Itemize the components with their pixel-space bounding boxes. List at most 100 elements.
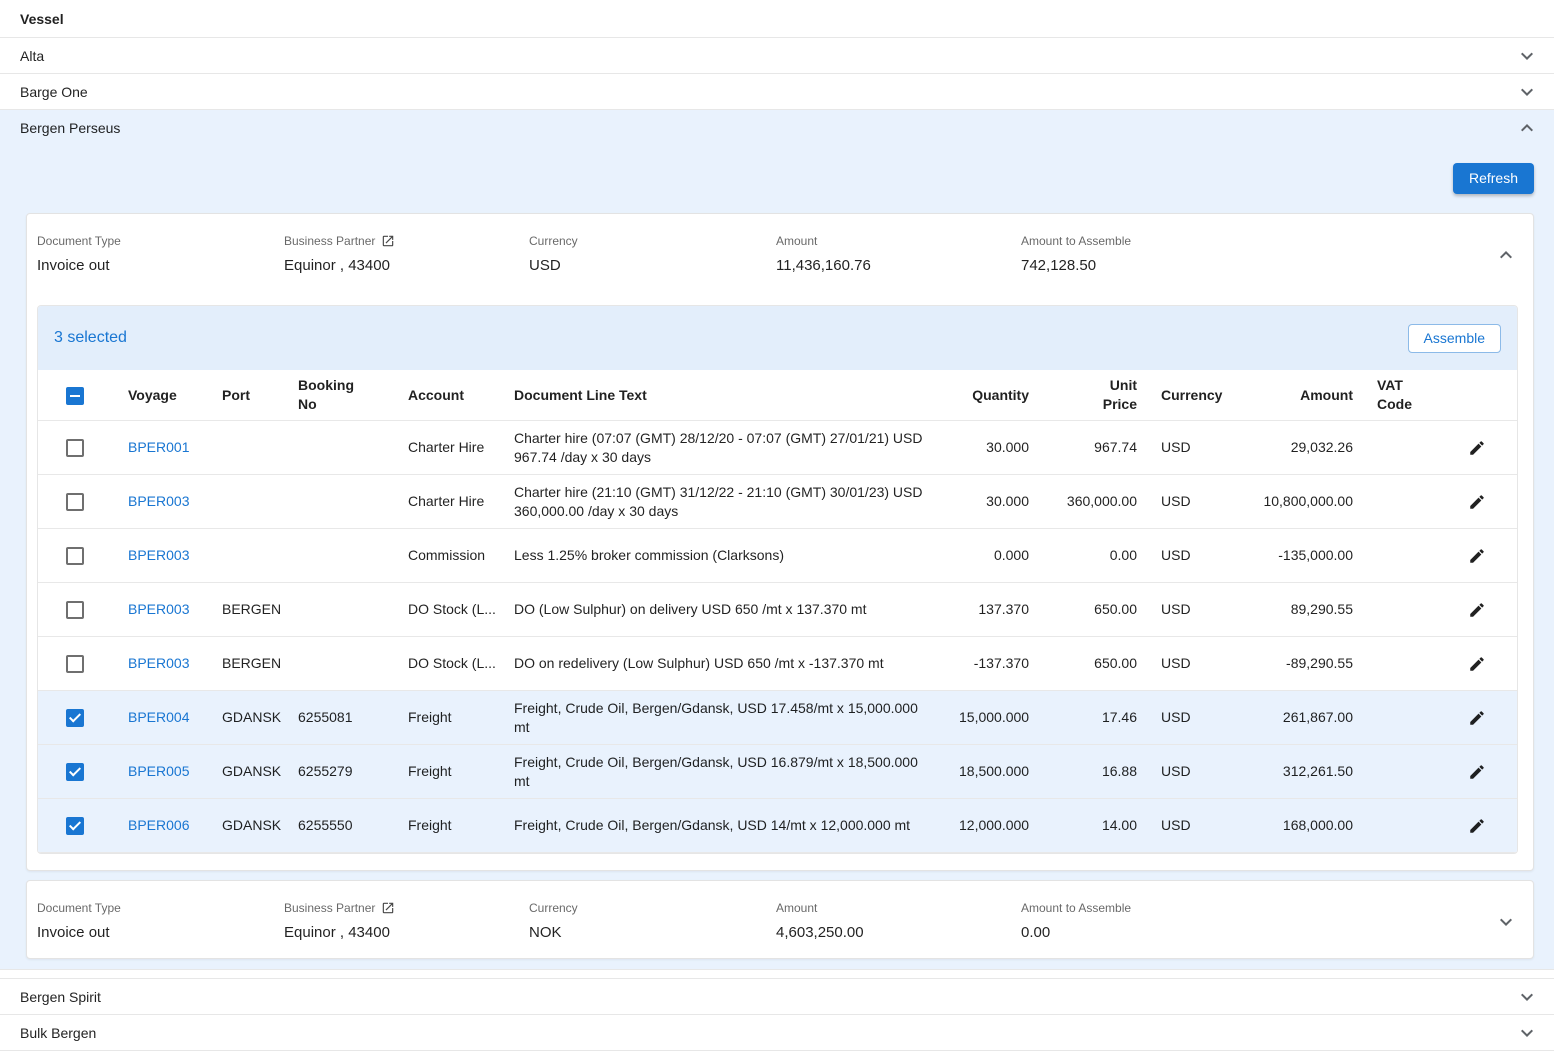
accordion-bergen-perseus: Bergen Perseus Refresh Document Type Inv…: [0, 110, 1554, 970]
edit-line-button[interactable]: [1468, 655, 1486, 673]
cell-document-line-text: Freight, Crude Oil, Bergen/Gdansk, USD 1…: [502, 691, 947, 745]
cell-voyage: BPER006: [116, 799, 210, 853]
voyage-link[interactable]: BPER004: [128, 709, 189, 725]
cell-account: Charter Hire: [396, 421, 502, 475]
cell-account: Freight: [396, 691, 502, 745]
cell-account: DO Stock (L...: [396, 637, 502, 691]
cell-currency: USD: [1149, 583, 1235, 637]
chevron-up-icon: [1514, 115, 1540, 141]
field-amount: Amount 4,603,250.00: [776, 901, 1021, 942]
voyage-link[interactable]: BPER005: [128, 763, 189, 779]
cell-voyage: BPER005: [116, 745, 210, 799]
cell-unit-price: 16.88: [1041, 745, 1149, 799]
cell-unit-price: 650.00: [1041, 637, 1149, 691]
page-title: Vessel: [0, 0, 1554, 38]
accordion-bergen-perseus-header[interactable]: Bergen Perseus: [0, 110, 1554, 145]
open-in-new-icon[interactable]: [381, 234, 395, 248]
column-header-port: Port: [210, 370, 286, 421]
accordion-bulk-bergen-label: Bulk Bergen: [20, 1025, 96, 1041]
table-row[interactable]: BPER003 BERGEN DO Stock (L... DO (Low Su…: [38, 583, 1517, 637]
row-checkbox[interactable]: [66, 493, 84, 511]
row-checkbox[interactable]: [66, 439, 84, 457]
table-row[interactable]: BPER003 Commission Less 1.25% broker com…: [38, 529, 1517, 583]
cell-booking-no: 6255081: [286, 691, 396, 745]
cell-quantity: 137.370: [947, 583, 1041, 637]
field-label: Business Partner: [284, 234, 375, 248]
edit-line-button[interactable]: [1468, 817, 1486, 835]
field-amount: Amount 11,436,160.76: [776, 234, 1021, 275]
chevron-down-icon: [1514, 79, 1540, 105]
chevron-down-icon: [1514, 984, 1540, 1010]
expand-card-button[interactable]: [1494, 910, 1518, 934]
edit-line-button[interactable]: [1468, 439, 1486, 457]
column-header-document-line-text: Document Line Text: [502, 370, 947, 421]
accordion-bergen-spirit-header[interactable]: Bergen Spirit: [0, 979, 1554, 1014]
voyage-link[interactable]: BPER003: [128, 655, 189, 671]
cell-document-line-text: Charter hire (21:10 (GMT) 31/12/22 - 21:…: [502, 475, 947, 529]
cell-voyage: BPER003: [116, 475, 210, 529]
cell-port: GDANSK: [210, 691, 286, 745]
field-label: Business Partner: [284, 901, 375, 915]
edit-line-button[interactable]: [1468, 493, 1486, 511]
chevron-down-icon: [1514, 43, 1540, 69]
table-row[interactable]: BPER006 GDANSK 6255550 Freight Freight, …: [38, 799, 1517, 853]
cell-account: DO Stock (L...: [396, 583, 502, 637]
row-checkbox[interactable]: [66, 763, 84, 781]
cell-port: BERGEN: [210, 583, 286, 637]
accordion-barge-one-header[interactable]: Barge One: [0, 74, 1554, 109]
table-row[interactable]: BPER004 GDANSK 6255081 Freight Freight, …: [38, 691, 1517, 745]
cell-voyage: BPER003: [116, 583, 210, 637]
cell-vat-code: [1365, 637, 1437, 691]
collapse-card-button[interactable]: [1494, 243, 1518, 267]
select-all-checkbox[interactable]: [66, 387, 84, 405]
field-amount-to-assemble: Amount to Assemble 742,128.50: [1021, 234, 1490, 275]
field-label: Amount to Assemble: [1021, 901, 1490, 915]
accordion-alta-header[interactable]: Alta: [0, 38, 1554, 73]
field-value: USD: [529, 257, 776, 275]
row-checkbox[interactable]: [66, 655, 84, 673]
voyage-link[interactable]: BPER003: [128, 547, 189, 563]
accordion-bulk-bergen-header[interactable]: Bulk Bergen: [0, 1015, 1554, 1050]
selected-count: 3 selected: [54, 329, 127, 347]
row-checkbox[interactable]: [66, 709, 84, 727]
voyage-link[interactable]: BPER001: [128, 439, 189, 455]
cell-amount: 168,000.00: [1235, 799, 1365, 853]
table-row[interactable]: BPER005 GDANSK 6255279 Freight Freight, …: [38, 745, 1517, 799]
cell-currency: USD: [1149, 745, 1235, 799]
cell-currency: USD: [1149, 637, 1235, 691]
open-in-new-icon[interactable]: [381, 901, 395, 915]
cell-port: [210, 529, 286, 583]
cell-quantity: -137.370: [947, 637, 1041, 691]
cell-currency: USD: [1149, 421, 1235, 475]
table-row[interactable]: BPER003 Charter Hire Charter hire (21:10…: [38, 475, 1517, 529]
cell-document-line-text: Charter hire (07:07 (GMT) 28/12/20 - 07:…: [502, 421, 947, 475]
cell-quantity: 30.000: [947, 421, 1041, 475]
column-header-quantity: Quantity: [947, 370, 1041, 421]
row-checkbox[interactable]: [66, 547, 84, 565]
cell-unit-price: 17.46: [1041, 691, 1149, 745]
row-checkbox[interactable]: [66, 601, 84, 619]
edit-line-button[interactable]: [1468, 763, 1486, 781]
cell-amount: -135,000.00: [1235, 529, 1365, 583]
table-row[interactable]: BPER003 BERGEN DO Stock (L... DO on rede…: [38, 637, 1517, 691]
cell-booking-no: 6255279: [286, 745, 396, 799]
edit-line-button[interactable]: [1468, 709, 1486, 727]
table-row[interactable]: BPER001 Charter Hire Charter hire (07:07…: [38, 421, 1517, 475]
cell-booking-no: [286, 637, 396, 691]
edit-line-button[interactable]: [1468, 547, 1486, 565]
voyage-link[interactable]: BPER006: [128, 817, 189, 833]
edit-line-button[interactable]: [1468, 601, 1486, 619]
refresh-button[interactable]: Refresh: [1453, 163, 1534, 194]
cell-amount: 10,800,000.00: [1235, 475, 1365, 529]
assemble-button[interactable]: Assemble: [1408, 324, 1501, 353]
column-header-account: Account: [396, 370, 502, 421]
field-label: Currency: [529, 901, 776, 915]
voyage-link[interactable]: BPER003: [128, 493, 189, 509]
column-header-currency: Currency: [1149, 370, 1235, 421]
accordion-barge-one: Barge One: [0, 74, 1554, 110]
row-checkbox[interactable]: [66, 817, 84, 835]
cell-booking-no: [286, 583, 396, 637]
voyage-link[interactable]: BPER003: [128, 601, 189, 617]
cell-voyage: BPER004: [116, 691, 210, 745]
cell-currency: USD: [1149, 529, 1235, 583]
